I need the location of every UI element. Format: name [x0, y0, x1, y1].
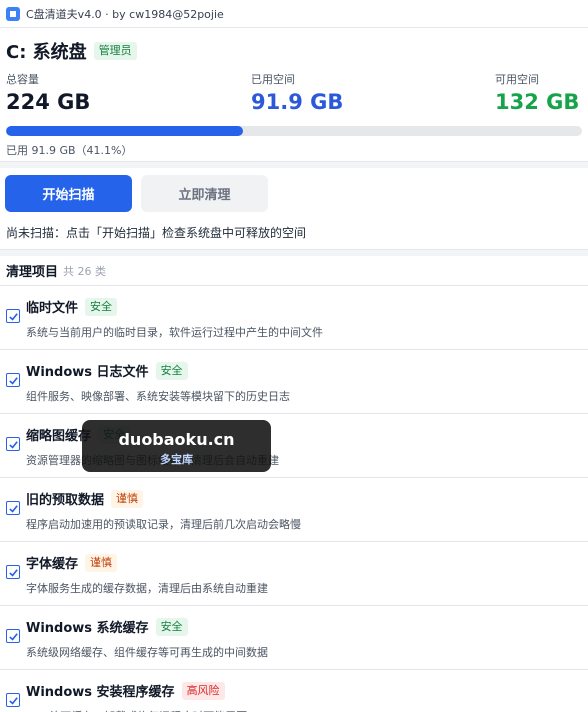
item-checkbox[interactable] [6, 565, 20, 579]
cleanup-list-title: 清理项目 [6, 265, 59, 280]
free-space-label: 可用空间 [495, 73, 539, 86]
start-scan-button[interactable]: 开始扫描 [5, 175, 132, 212]
item-description: 程序启动加速用的预读取记录，清理后前几次启动会略慢 [26, 518, 301, 531]
risk-badge: 安全 [85, 297, 118, 316]
item-description: MSI 补丁缓存，卸载或修复旧程序时可能需要 [26, 708, 247, 712]
cleanup-category-count: 共 26 类 [63, 264, 107, 278]
scan-status-text: 尚未扫描：点击「开始扫描」检查系统盘中可释放的空间 [6, 226, 307, 240]
watermark-main-text: duobaoku.cn [118, 430, 235, 449]
check-icon [8, 504, 18, 513]
item-checkbox[interactable] [6, 629, 20, 643]
cleanup-list-header: 清理项目 共 26 类 [0, 256, 588, 286]
check-icon [8, 632, 18, 641]
total-capacity-value: 224 GB [6, 90, 91, 114]
item-checkbox[interactable] [6, 501, 20, 515]
item-description: 字体服务生成的缓存数据，清理后由系统自动重建 [26, 582, 268, 595]
check-icon [8, 376, 18, 385]
usage-text: 已用 91.9 GB（41.1%） [6, 144, 133, 157]
total-capacity: 总容量 224 GB [6, 71, 90, 114]
free-space-value: 132 GB [495, 90, 580, 114]
item-name: Windows 系统缓存 [26, 621, 149, 636]
app-icon [6, 6, 20, 21]
list-item[interactable]: Windows 安装程序缓存高风险 MSI 补丁缓存，卸载或修复旧程序时可能需要 [0, 670, 588, 712]
item-description: 系统级网络缓存、组件缓存等可再生成的中间数据 [26, 646, 268, 659]
list-item[interactable]: Windows 日志文件 安全组件服务、映像部署、系统安装等模块留下的历史日志 [0, 350, 588, 414]
list-item[interactable]: 字体缓存 谨慎字体服务生成的缓存数据，清理后由系统自动重建 [0, 542, 588, 606]
list-item[interactable]: 临时文件 安全系统与当前用户的临时目录，软件运行过程中产生的中间文件 [0, 286, 588, 350]
item-checkbox[interactable] [6, 373, 20, 387]
title-bar: C盘清道夫v4.0 · by cw1984@52pojie [0, 0, 588, 28]
list-item[interactable]: Windows 系统缓存 安全系统级网络缓存、组件缓存等可再生成的中间数据 [0, 606, 588, 670]
item-checkbox[interactable] [6, 309, 20, 323]
item-name: Windows 安装程序缓存 [26, 685, 175, 700]
risk-badge: 高风险 [181, 681, 225, 700]
check-icon [8, 568, 18, 577]
risk-badge: 安全 [155, 617, 188, 636]
disk-title: C: 系统盘 [6, 42, 87, 63]
check-icon [8, 696, 18, 705]
risk-badge: 谨慎 [111, 489, 144, 508]
window-title: C盘清道夫v4.0 · by cw1984@52pojie [26, 7, 224, 21]
list-item[interactable]: 旧的预取数据 谨慎程序启动加速用的预读取记录，清理后前几次启动会略慢 [0, 478, 588, 542]
clean-now-button[interactable]: 立即清理 [141, 175, 268, 212]
cleanup-list-panel: 清理项目 共 26 类 临时文件 安全 系统与当前用户的临时目录，软件运行过程中产生… [0, 256, 588, 712]
item-name: 旧的预取数据 [26, 493, 105, 508]
item-description: 系统与当前用户的临时目录，软件运行过程中产生的中间文件 [26, 326, 323, 339]
item-checkbox[interactable] [6, 693, 20, 707]
check-icon [8, 440, 18, 449]
usage-progress-fill [6, 126, 243, 136]
free-space: 可用空间 132 GB [495, 71, 579, 114]
admin-badge: 管理员 [93, 42, 137, 60]
used-space-label: 已用空间 [251, 73, 295, 86]
total-capacity-label: 总容量 [6, 73, 39, 86]
used-space: 已用空间 91.9 GB [251, 71, 343, 114]
item-name: 字体缓存 [26, 557, 79, 572]
used-space-value: 91.9 GB [251, 90, 344, 114]
usage-progress-bar [6, 126, 582, 136]
disk-summary-panel: C: 系统盘 管理员 总容量 224 GB 已用空间 91.9 GB 可用空间 … [0, 28, 588, 162]
item-description: 组件服务、映像部署、系统安装等模块留下的历史日志 [26, 390, 290, 403]
watermark-overlay: duobaoku.cn 多宝库 [82, 420, 271, 472]
item-name: 临时文件 [26, 301, 79, 316]
cleanup-items: 临时文件 安全 系统与当前用户的临时目录，软件运行过程中产生的中间文件 Windows… [0, 286, 588, 712]
risk-badge: 安全 [155, 361, 188, 380]
item-checkbox[interactable] [6, 437, 20, 451]
risk-badge: 谨慎 [85, 553, 118, 572]
watermark-sub-text: 多宝库 [160, 453, 193, 466]
check-icon [8, 312, 18, 321]
action-panel: 开始扫描 立即清理 尚未扫描：点击「开始扫描」检查系统盘中可释放的空间 [0, 168, 588, 250]
item-name: Windows 日志文件 [26, 365, 149, 380]
